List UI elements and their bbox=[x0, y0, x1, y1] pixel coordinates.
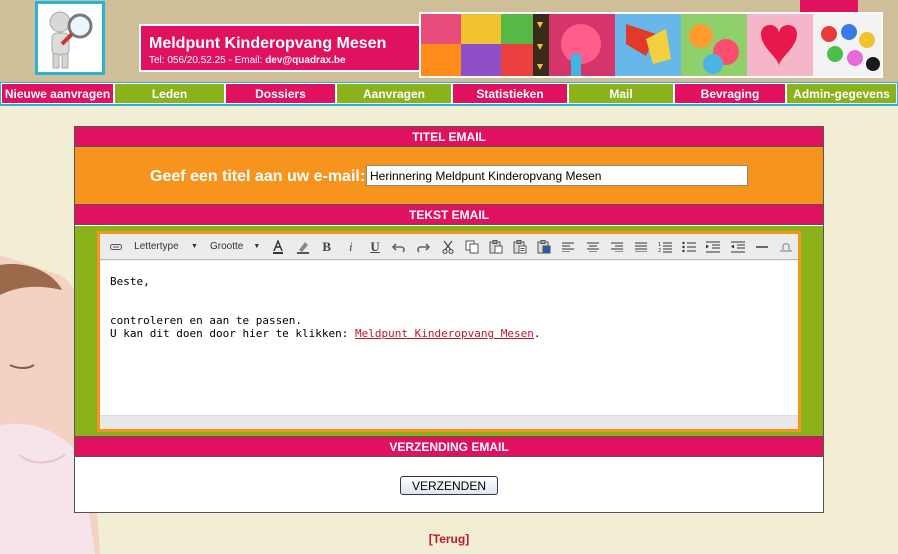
indent-icon[interactable] bbox=[701, 237, 725, 257]
cut-icon[interactable] bbox=[435, 237, 459, 257]
text-email-section: Lettertype ▼ Grootte ▼ B i U 1 2 Beste, … bbox=[75, 226, 823, 437]
text-color-icon[interactable] bbox=[266, 237, 290, 257]
nav-bevraging[interactable]: Bevraging bbox=[674, 83, 786, 104]
email-title-input[interactable] bbox=[366, 165, 748, 186]
title-email-section: Geef een titel aan uw e-mail: bbox=[75, 147, 823, 205]
editor-status-bar bbox=[100, 415, 798, 429]
nav-statistieken[interactable]: Statistieken bbox=[452, 83, 568, 104]
email-title-label: Geef een titel aan uw e-mail: bbox=[150, 168, 366, 185]
editor-content-area[interactable]: Beste, controleren en aan te passen. U k… bbox=[100, 261, 798, 415]
align-left-icon[interactable] bbox=[556, 237, 580, 257]
highlight-color-icon[interactable] bbox=[290, 237, 314, 257]
editor-line-link: U kan dit doen door hier te klikken: Mel… bbox=[110, 327, 788, 340]
back-link[interactable]: [Terug] bbox=[429, 532, 469, 546]
font-family-select[interactable]: Lettertype ▼ bbox=[130, 237, 202, 256]
nav-nieuwe-aanvragen[interactable]: Nieuwe aanvragen bbox=[1, 83, 114, 104]
font-size-select-label: Grootte bbox=[209, 241, 244, 252]
back-link-row: [Terug] bbox=[0, 532, 898, 546]
bullet-list-icon[interactable] bbox=[677, 237, 701, 257]
editor-line-check: controleren en aan te passen. bbox=[110, 314, 303, 327]
redo-icon[interactable] bbox=[411, 237, 435, 257]
source-icon[interactable] bbox=[104, 237, 128, 257]
candy-banner-icon bbox=[421, 14, 881, 76]
logo bbox=[35, 1, 105, 75]
magnifier-figure-icon bbox=[38, 4, 102, 72]
editor-line-greeting: Beste, bbox=[110, 275, 150, 288]
rich-text-editor: Lettertype ▼ Grootte ▼ B i U 1 2 Beste, … bbox=[97, 231, 801, 432]
italic-icon[interactable]: i bbox=[339, 237, 363, 257]
send-button[interactable]: VERZENDEN bbox=[400, 476, 498, 495]
underline-icon[interactable]: U bbox=[363, 237, 387, 257]
editor-toolbar: Lettertype ▼ Grootte ▼ B i U 1 2 bbox=[100, 234, 798, 260]
send-email-header: VERZENDING EMAIL bbox=[75, 437, 823, 457]
font-size-select[interactable]: Grootte ▼ bbox=[205, 237, 265, 256]
contact-phone: Tel: 056/20.52.25 - Email: bbox=[149, 55, 266, 66]
align-center-icon[interactable] bbox=[581, 237, 605, 257]
nav-admin-gegevens[interactable]: Admin-gegevens bbox=[786, 83, 897, 104]
chevron-down-icon: ▼ bbox=[191, 243, 198, 250]
meldpunt-link[interactable]: Meldpunt Kinderopvang Mesen bbox=[355, 327, 534, 340]
remove-format-icon[interactable] bbox=[774, 237, 798, 257]
nav-aanvragen[interactable]: Aanvragen bbox=[336, 83, 452, 104]
send-email-section: VERZENDEN bbox=[75, 458, 823, 512]
horizontal-rule-icon[interactable] bbox=[750, 237, 774, 257]
svg-text:2: 2 bbox=[658, 248, 661, 253]
nav-mail[interactable]: Mail bbox=[568, 83, 674, 104]
main-navigation: Nieuwe aanvragen Leden Dossiers Aanvrage… bbox=[0, 82, 898, 106]
font-family-select-label: Lettertype bbox=[134, 241, 179, 252]
title-email-header: TITEL EMAIL bbox=[75, 127, 823, 147]
header-banner-image bbox=[419, 12, 883, 78]
nav-dossiers[interactable]: Dossiers bbox=[225, 83, 336, 104]
bold-icon[interactable]: B bbox=[315, 237, 339, 257]
align-justify-icon[interactable] bbox=[629, 237, 653, 257]
numbered-list-icon[interactable]: 12 bbox=[653, 237, 677, 257]
align-right-icon[interactable] bbox=[605, 237, 629, 257]
text-email-header: TEKST EMAIL bbox=[75, 205, 823, 225]
undo-icon[interactable] bbox=[387, 237, 411, 257]
paste-text-icon[interactable] bbox=[508, 237, 532, 257]
contact-email[interactable]: dev@quadrax.be bbox=[265, 55, 345, 66]
editor-link-prefix: U kan dit doen door hier te klikken: bbox=[110, 327, 356, 340]
site-header: Meldpunt Kinderopvang Mesen Tel: 056/20.… bbox=[0, 0, 898, 82]
email-form: TITEL EMAIL Geef een titel aan uw e-mail… bbox=[74, 126, 824, 513]
editor-link-suffix: . bbox=[533, 327, 541, 340]
copy-icon[interactable] bbox=[460, 237, 484, 257]
nav-leden[interactable]: Leden bbox=[114, 83, 225, 104]
paste-icon[interactable] bbox=[484, 237, 508, 257]
outdent-icon[interactable] bbox=[726, 237, 750, 257]
paste-word-icon[interactable] bbox=[532, 237, 556, 257]
chevron-down-icon: ▼ bbox=[253, 243, 261, 250]
